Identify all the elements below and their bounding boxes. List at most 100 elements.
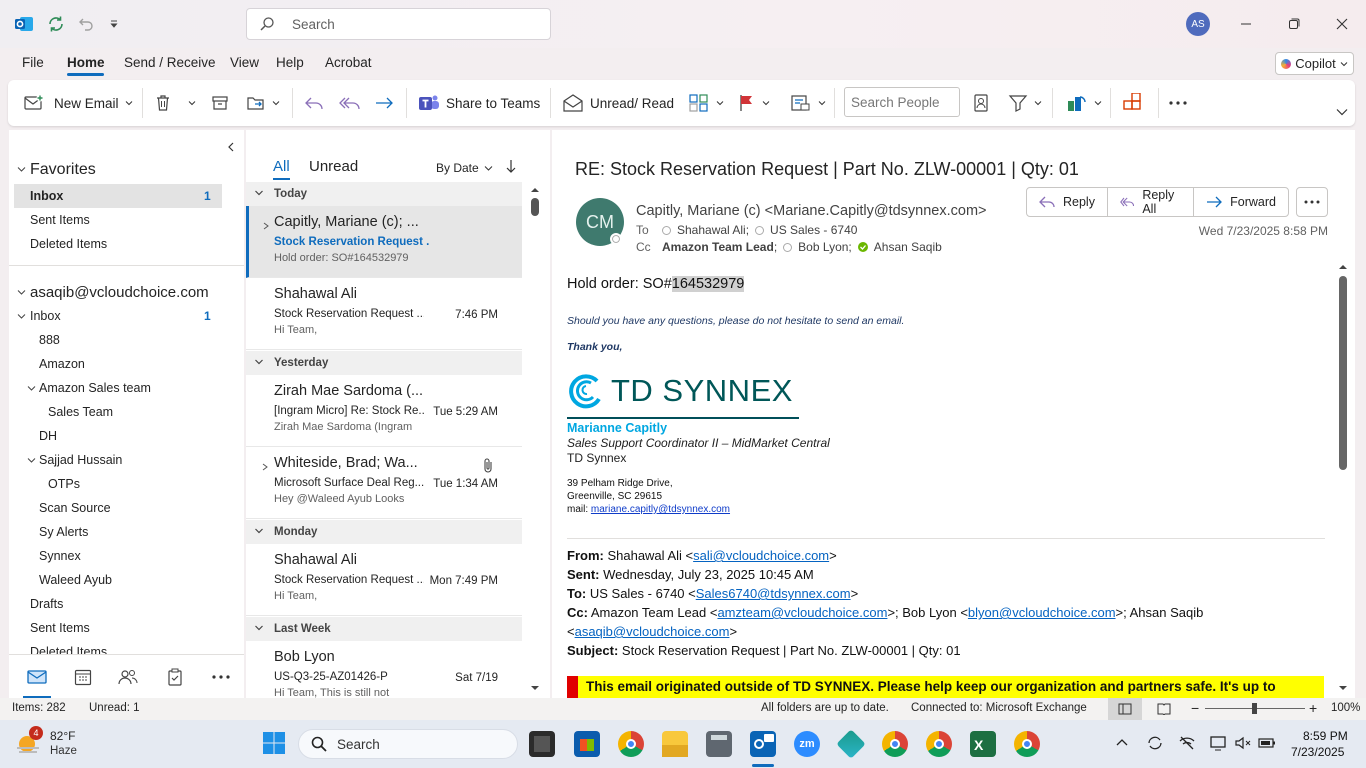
sort-direction-button[interactable] bbox=[506, 159, 516, 173]
collapse-pane-button[interactable] bbox=[227, 142, 235, 152]
scroll-thumb[interactable] bbox=[1339, 276, 1347, 470]
list-item[interactable]: Bob Lyon US-Q3-25-AZ01426-P Sat 7/19 Hi … bbox=[246, 641, 522, 698]
clock-time[interactable]: 8:59 PM bbox=[1303, 729, 1348, 743]
menu-help[interactable]: Help bbox=[276, 55, 304, 70]
q-cc-mail2[interactable]: blyon@vcloudchoice.com bbox=[968, 605, 1116, 620]
rules-button[interactable] bbox=[790, 88, 826, 118]
q-cc-mail3[interactable]: asaqib@vcloudchoice.com bbox=[575, 624, 730, 639]
quick-access-dropdown-icon[interactable] bbox=[102, 12, 126, 36]
delete-button[interactable] bbox=[154, 88, 196, 118]
more-actions-button[interactable] bbox=[1296, 187, 1328, 217]
list-item[interactable]: Whiteside, Brad; Wa... Microsoft Surface… bbox=[246, 447, 522, 519]
chrome-profile-icon[interactable] bbox=[1014, 731, 1040, 757]
share-to-teams-button[interactable]: Share to Teams bbox=[418, 88, 540, 118]
reply-all-button[interactable]: Reply All bbox=[1108, 188, 1195, 216]
new-email-button[interactable]: New Email bbox=[24, 88, 133, 118]
zoom-out-button[interactable]: − bbox=[1191, 700, 1199, 716]
zoom-slider-thumb[interactable] bbox=[1252, 703, 1257, 714]
menu-send-receive[interactable]: Send / Receive bbox=[124, 55, 216, 70]
show-hidden-icons-button[interactable] bbox=[1116, 738, 1128, 746]
tray-volume-icon[interactable] bbox=[1234, 734, 1252, 752]
cc-recipient[interactable]: Bob Lyon; bbox=[798, 240, 852, 254]
reply-ribbon-button[interactable] bbox=[304, 88, 324, 118]
microsoft-store-icon[interactable] bbox=[574, 731, 600, 757]
forward-ribbon-button[interactable] bbox=[374, 88, 394, 118]
vm-app-icon[interactable] bbox=[836, 729, 866, 759]
tab-unread[interactable]: Unread bbox=[309, 158, 358, 175]
scroll-thumb[interactable] bbox=[531, 198, 539, 216]
chrome-icon[interactable] bbox=[618, 731, 644, 757]
calculator-icon[interactable] bbox=[706, 731, 732, 757]
people-module-button[interactable] bbox=[114, 665, 142, 689]
folder-drafts[interactable]: Drafts bbox=[30, 597, 63, 611]
folder-amazon[interactable]: Amazon bbox=[39, 357, 85, 371]
group-header-last-week[interactable]: Last Week bbox=[246, 617, 522, 641]
weather-widget[interactable]: 4 82°F Haze bbox=[14, 726, 104, 762]
zoom-app-icon[interactable]: zm bbox=[794, 731, 820, 757]
sig-mail-link[interactable]: mariane.capitly@tdsynnex.com bbox=[591, 504, 730, 515]
folder-deleted-items-clipped[interactable]: Deleted Items bbox=[9, 642, 244, 654]
to-recipient[interactable]: US Sales - 6740 bbox=[770, 223, 857, 237]
reading-view-button[interactable] bbox=[1150, 698, 1178, 720]
minimize-button[interactable] bbox=[1232, 10, 1260, 38]
calendar-module-button[interactable] bbox=[69, 665, 97, 689]
folder-otps[interactable]: OTPs bbox=[48, 477, 80, 491]
account-header[interactable]: asaqib@vcloudchoice.com bbox=[30, 284, 209, 301]
tray-display-icon[interactable] bbox=[1209, 734, 1227, 752]
sync-share-button[interactable] bbox=[1066, 88, 1102, 118]
outlook-taskbar-icon[interactable] bbox=[750, 731, 776, 757]
undo-icon[interactable] bbox=[74, 12, 98, 36]
folder-waleed-ayub[interactable]: Waleed Ayub bbox=[39, 573, 112, 587]
q-cc-mail1[interactable]: amzteam@vcloudchoice.com bbox=[717, 605, 887, 620]
group-header-today[interactable]: Today bbox=[246, 182, 522, 206]
q-to-mail[interactable]: Sales6740@tdsynnex.com bbox=[696, 586, 851, 601]
favorites-header[interactable]: Favorites bbox=[30, 161, 96, 179]
list-item[interactable]: Shahawal Ali Stock Reservation Request .… bbox=[246, 278, 522, 350]
excel-icon[interactable]: X bbox=[970, 731, 996, 757]
fav-deleted-items[interactable]: Deleted Items bbox=[30, 237, 107, 251]
unread-read-button[interactable]: Unread/ Read bbox=[562, 88, 674, 118]
folder-sales-team[interactable]: Sales Team bbox=[48, 405, 113, 419]
tasks-module-button[interactable] bbox=[161, 665, 189, 689]
reading-pane-scrollbar[interactable] bbox=[1336, 260, 1350, 696]
chrome-profile-icon[interactable] bbox=[882, 731, 908, 757]
folder-sajjad-hussain[interactable]: Sajjad Hussain bbox=[39, 453, 122, 467]
folder-sy-alerts[interactable]: Sy Alerts bbox=[39, 525, 88, 539]
ribbon-expand-button[interactable] bbox=[1336, 104, 1348, 120]
address-book-button[interactable] bbox=[972, 88, 990, 118]
menu-file[interactable]: File bbox=[22, 55, 44, 70]
group-header-monday[interactable]: Monday bbox=[246, 520, 522, 544]
file-explorer-icon[interactable] bbox=[662, 731, 688, 757]
mail-module-button[interactable] bbox=[23, 665, 51, 689]
menu-view[interactable]: View bbox=[230, 55, 259, 70]
list-item[interactable]: Capitly, Mariane (c); ... Stock Reservat… bbox=[246, 206, 522, 278]
folder-scan-source[interactable]: Scan Source bbox=[39, 501, 111, 515]
folder-sent-items[interactable]: Sent Items bbox=[30, 621, 90, 635]
tray-network-icon[interactable] bbox=[1178, 734, 1196, 752]
search-input[interactable]: Search bbox=[246, 8, 551, 40]
menu-acrobat[interactable]: Acrobat bbox=[325, 55, 372, 70]
cc-recipient[interactable]: Amazon Team Lead bbox=[662, 240, 774, 254]
sync-icon[interactable] bbox=[44, 12, 68, 36]
tray-refresh-icon[interactable] bbox=[1146, 734, 1164, 752]
sort-by-date-button[interactable]: By Date bbox=[436, 161, 493, 175]
folder-inbox[interactable]: Inbox bbox=[30, 309, 61, 323]
chrome-profile-icon[interactable] bbox=[926, 731, 952, 757]
clock-date[interactable]: 7/23/2025 bbox=[1291, 745, 1344, 759]
move-button[interactable] bbox=[246, 88, 280, 118]
apps-button[interactable] bbox=[1122, 88, 1144, 118]
flag-button[interactable] bbox=[738, 88, 770, 118]
menu-home[interactable]: Home bbox=[67, 55, 105, 70]
categorize-button[interactable] bbox=[688, 88, 724, 118]
folder-888[interactable]: 888 bbox=[39, 333, 60, 347]
folder-synnex[interactable]: Synnex bbox=[39, 549, 81, 563]
taskbar-search[interactable]: Search bbox=[298, 729, 518, 759]
email-from[interactable]: Capitly, Mariane (c) <Mariane.Capitly@td… bbox=[636, 203, 987, 219]
message-list-scrollbar[interactable] bbox=[528, 184, 542, 694]
archive-button[interactable] bbox=[211, 88, 229, 118]
cc-recipient[interactable]: Ahsan Saqib bbox=[874, 240, 942, 254]
user-avatar[interactable]: AS bbox=[1186, 12, 1210, 36]
task-view-app-icon[interactable] bbox=[529, 731, 555, 757]
tab-all[interactable]: All bbox=[273, 158, 290, 175]
normal-view-button[interactable] bbox=[1108, 698, 1142, 720]
